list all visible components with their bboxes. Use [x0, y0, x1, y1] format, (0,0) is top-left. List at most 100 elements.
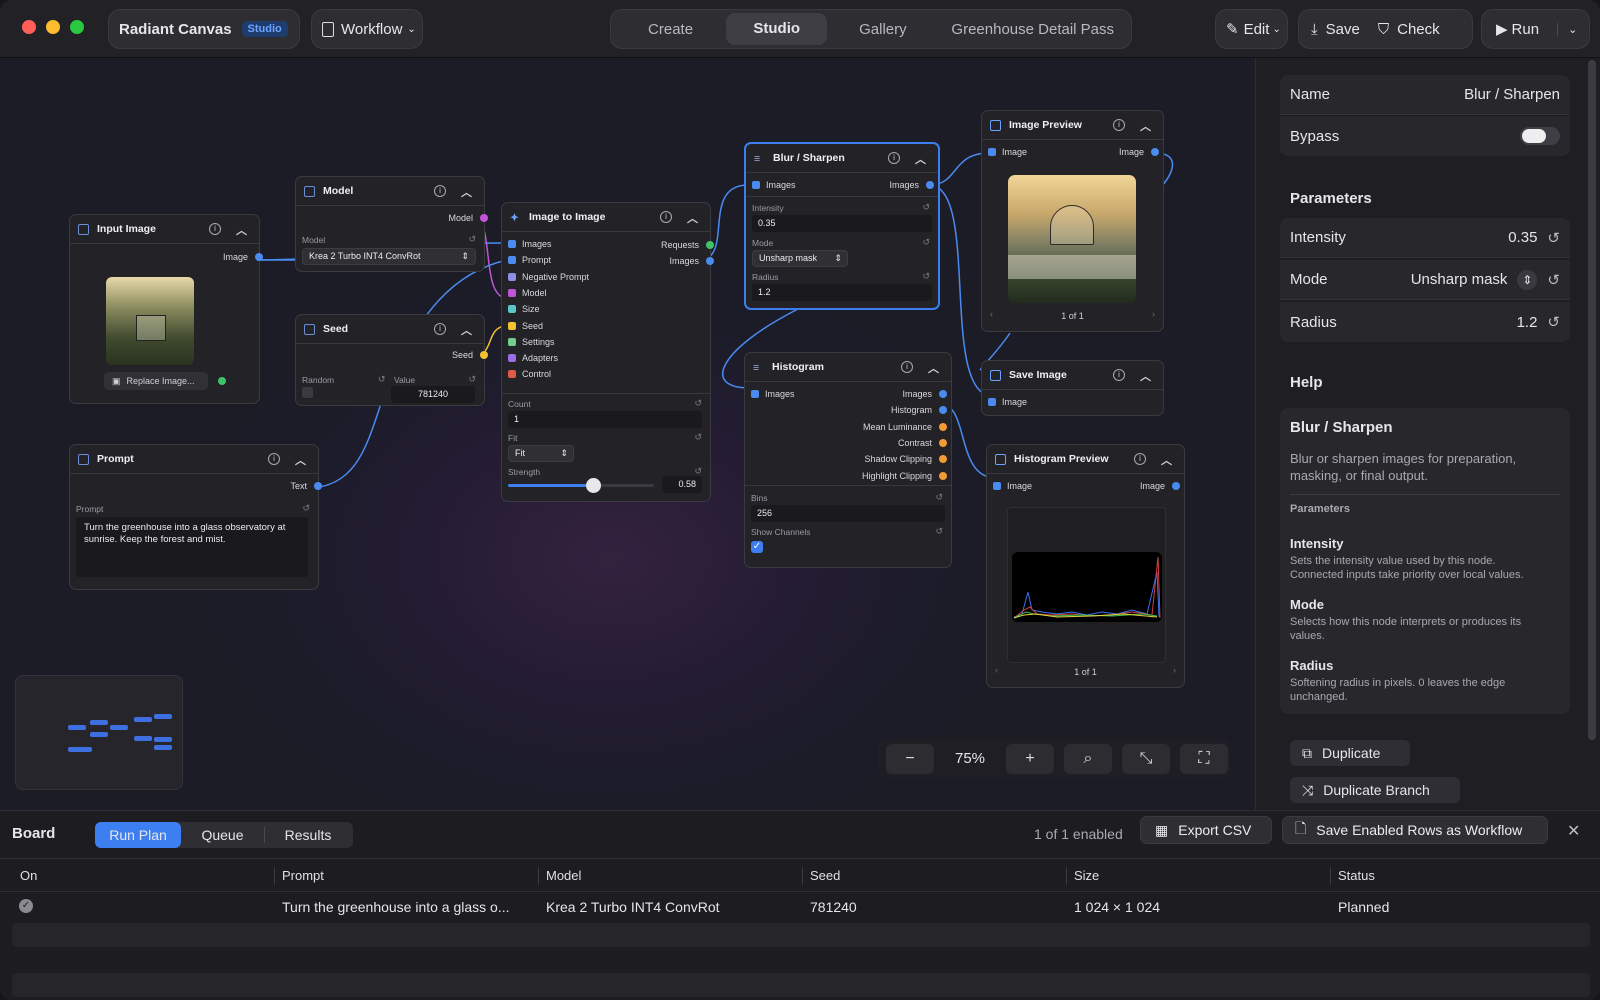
node-header[interactable]: Prompt i ︿ [70, 445, 318, 474]
intensity-field[interactable]: 0.35 [752, 215, 932, 232]
collapse-icon[interactable]: ︿ [1140, 118, 1151, 134]
node-header[interactable]: ≡ Histogram i ︿ [745, 353, 951, 382]
port-settings-in[interactable]: Settings [508, 337, 555, 347]
reset-icon[interactable]: ↺ [922, 271, 930, 282]
port-histogram-out[interactable]: Histogram [891, 405, 947, 415]
radius-field[interactable]: 1.2 [752, 284, 932, 301]
node-header[interactable]: Model i ︿ [296, 177, 484, 206]
tab-queue[interactable]: Queue [181, 827, 265, 843]
tab-gallery[interactable]: Gallery [827, 21, 938, 38]
run-options-chevron-icon[interactable]: ⌄ [1557, 22, 1577, 36]
node-name-value[interactable]: Blur / Sharpen [1464, 86, 1560, 103]
port-shadow-clipping-out[interactable]: Shadow Clipping [864, 454, 947, 464]
node-header[interactable]: Save Image i ︿ [982, 361, 1163, 390]
port-text-out[interactable]: Text [290, 481, 322, 491]
info-icon[interactable]: i [1134, 453, 1146, 465]
port-adapters-in[interactable]: Adapters [508, 353, 558, 363]
count-field[interactable]: 1 [508, 411, 702, 428]
node-canvas[interactable]: Input Image i ︿ Image ▣ Replace Image... Mo… [0, 58, 1255, 810]
model-select[interactable]: Krea 2 Turbo INT4 ConvRot ⇕ [302, 248, 476, 265]
workflow-menu-button[interactable]: Workflow ⌄ [311, 9, 423, 49]
tab-greenhouse-detail-pass[interactable]: Greenhouse Detail Pass [938, 21, 1127, 38]
collapse-icon[interactable]: ︿ [915, 151, 926, 167]
info-icon[interactable]: i [434, 185, 446, 197]
port-image-out[interactable]: Image [1119, 147, 1159, 157]
info-icon[interactable]: i [268, 453, 280, 465]
node-header[interactable]: ✦ Image to Image i ︿ [502, 203, 710, 232]
param-value[interactable]: 0.35 [1508, 229, 1537, 246]
info-icon[interactable]: i [1113, 119, 1125, 131]
collapse-icon[interactable]: ︿ [928, 360, 939, 376]
node-image-to-image[interactable]: ✦ Image to Image i ︿ Images Prompt Negative P… [501, 202, 714, 502]
reset-icon[interactable]: ↺ [468, 234, 476, 245]
expand-arrows-icon[interactable]: ⤡ [1122, 744, 1170, 774]
port-images-out[interactable]: Images [889, 180, 934, 190]
bins-field[interactable]: 256 [751, 505, 945, 522]
info-icon[interactable]: i [888, 152, 900, 164]
param-value[interactable]: Unsharp mask [1411, 271, 1508, 288]
fullscreen-icon[interactable]: ⛶ [1180, 744, 1228, 774]
node-save-image[interactable]: Save Image i ︿ Image [981, 360, 1164, 416]
node-histogram[interactable]: ≡ Histogram i ︿ Images Images Histogram Mean … [744, 352, 952, 568]
reset-icon[interactable]: ↺ [302, 503, 310, 514]
port-image-out[interactable]: Image [1140, 481, 1180, 491]
node-header[interactable]: Image Preview i ︿ [982, 111, 1163, 140]
duplicate-button[interactable]: ⧉ Duplicate [1290, 740, 1410, 766]
zoom-fit-icon[interactable]: ⌕ [1064, 744, 1112, 774]
table-row[interactable]: ✓ Turn the greenhouse into a glass o... Kr… [0, 895, 1600, 921]
port-image-in[interactable]: Image [988, 397, 1027, 407]
close-window-button[interactable] [22, 20, 36, 34]
column-header-size[interactable]: Size [1074, 868, 1099, 883]
node-header[interactable]: ≡ Blur / Sharpen i ︿ [746, 144, 938, 173]
port-image-in[interactable]: Image [993, 481, 1032, 491]
param-value[interactable]: 1.2 [1517, 314, 1538, 331]
check-button[interactable]: ⛉ Check [1378, 21, 1440, 38]
port-images-in[interactable]: Images [508, 239, 552, 249]
fit-select[interactable]: Fit ⇕ [508, 445, 574, 462]
collapse-icon[interactable]: ︿ [461, 184, 472, 200]
node-blur-sharpen[interactable]: ≡ Blur / Sharpen i ︿ Images Images Intensit… [744, 142, 940, 310]
bypass-toggle[interactable] [1520, 127, 1560, 145]
port-image-in[interactable]: Image [988, 147, 1027, 157]
close-icon[interactable]: ✕ [1567, 821, 1580, 841]
collapse-icon[interactable]: ︿ [295, 452, 306, 468]
info-icon[interactable]: i [901, 361, 913, 373]
reset-icon[interactable]: ↺ [1547, 271, 1560, 289]
port-size-in[interactable]: Size [508, 304, 540, 314]
reset-icon[interactable]: ↺ [1547, 229, 1560, 247]
save-rows-workflow-button[interactable]: 🗋 Save Enabled Rows as Workflow [1282, 816, 1548, 844]
info-icon[interactable]: i [209, 223, 221, 235]
edit-menu-button[interactable]: ✎ Edit ⌄ [1215, 9, 1288, 49]
row-enabled-checkbox[interactable]: ✓ [19, 899, 33, 913]
port-model-out[interactable]: Model [448, 213, 488, 223]
collapse-icon[interactable]: ︿ [236, 222, 247, 238]
port-image-out[interactable]: Image [223, 252, 263, 262]
node-header[interactable]: Histogram Preview i ︿ [987, 445, 1184, 474]
zoom-in-button[interactable]: + [1006, 744, 1054, 774]
column-header-model[interactable]: Model [546, 868, 581, 883]
reset-icon[interactable]: ↺ [694, 398, 702, 409]
reset-icon[interactable]: ↺ [922, 237, 930, 248]
zoom-window-button[interactable] [70, 20, 84, 34]
node-model[interactable]: Model i ︿ Model Model ↺ Krea 2 Turbo INT4 … [295, 176, 488, 272]
minimize-window-button[interactable] [46, 20, 60, 34]
zoom-out-button[interactable]: − [886, 744, 934, 774]
port-mean-luminance-out[interactable]: Mean Luminance [863, 422, 947, 432]
app-name-pill[interactable]: Radiant Canvas Studio [108, 9, 300, 49]
tab-run-plan[interactable]: Run Plan [95, 822, 181, 848]
port-seed-out[interactable]: Seed [452, 350, 488, 360]
collapse-icon[interactable]: ︿ [461, 322, 472, 338]
column-header-on[interactable]: On [20, 868, 37, 883]
info-icon[interactable]: i [434, 323, 446, 335]
collapse-icon[interactable]: ︿ [1161, 452, 1172, 468]
node-seed[interactable]: Seed i ︿ Seed Random ↺ Value ↺ 781240 [295, 314, 488, 406]
reset-icon[interactable]: ↺ [935, 526, 943, 537]
minimap[interactable] [15, 675, 183, 790]
tab-results[interactable]: Results [265, 827, 351, 843]
reset-icon[interactable]: ↺ [1547, 313, 1560, 331]
export-csv-button[interactable]: ▦ Export CSV [1140, 816, 1272, 844]
node-histogram-preview[interactable]: Histogram Preview i ︿ Image Image ‹ 1 of 1… [986, 444, 1185, 688]
show-channels-checkbox[interactable]: ✓ [751, 541, 763, 553]
port-images-out[interactable]: Images [902, 389, 947, 399]
node-prompt[interactable]: Prompt i ︿ Text Prompt ↺ Turn the greenhou… [69, 444, 322, 590]
